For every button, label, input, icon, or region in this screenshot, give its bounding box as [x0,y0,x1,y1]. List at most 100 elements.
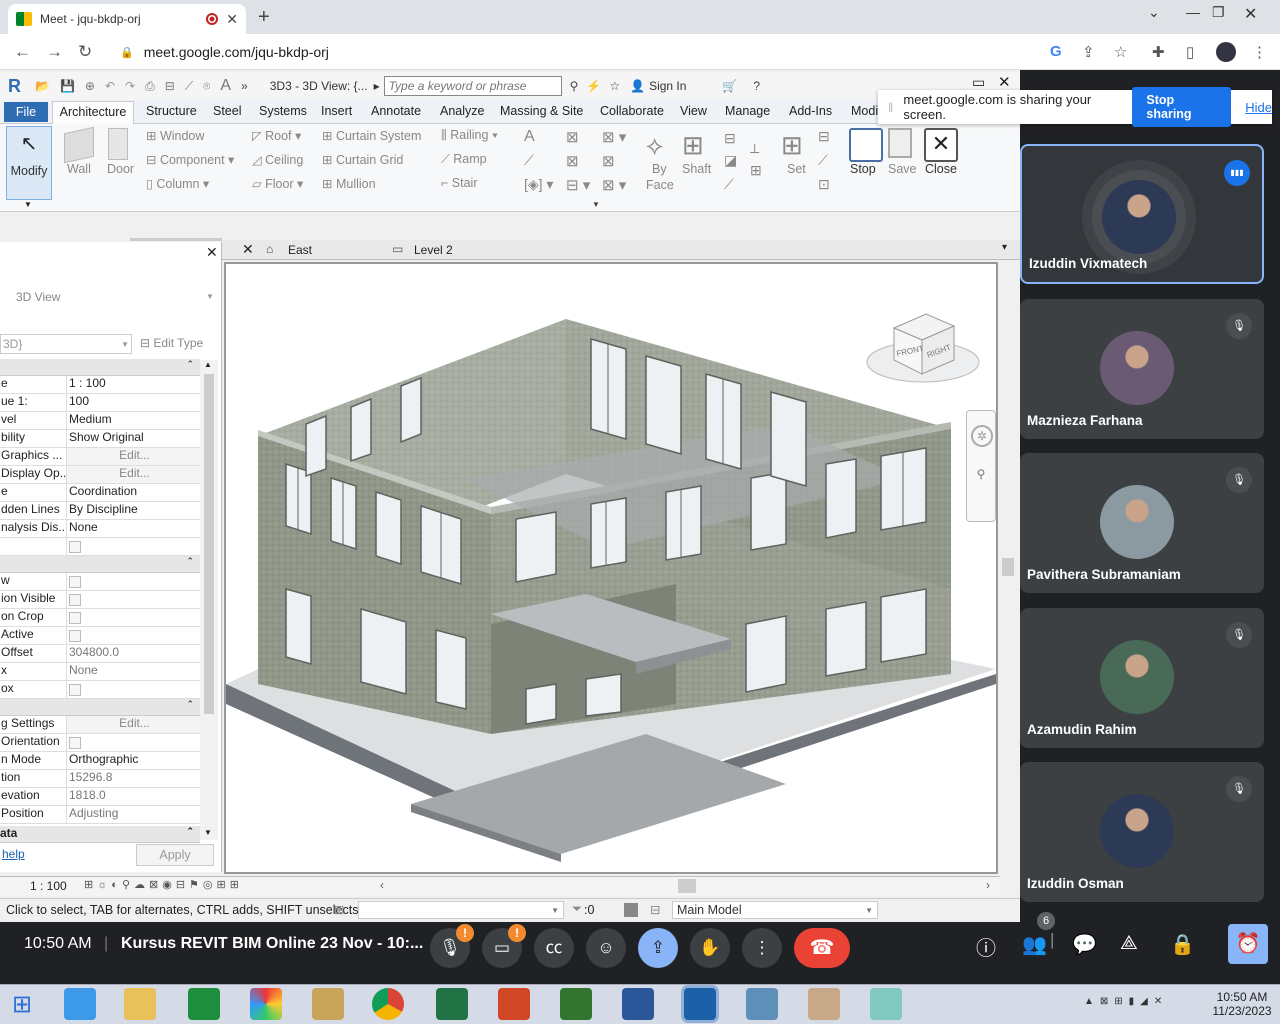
property-row[interactable]: ue 1: 100 [0,394,200,412]
properties-scroll-thumb[interactable] [204,374,214,714]
steering-wheel-icon[interactable]: ✲ [971,425,993,447]
info-icon[interactable]: ⓘ [976,932,996,961]
property-value[interactable]: 1818.0 [67,788,200,805]
property-value[interactable]: None [67,520,200,537]
dimension-icon[interactable]: ⟋ [185,79,193,94]
stop-sharing-button[interactable]: Stop sharing [1132,87,1232,127]
property-row[interactable]: x None [0,663,200,681]
revit-maximize-icon[interactable]: ▭ [972,74,985,91]
property-value[interactable]: Orthographic [67,752,200,769]
room-separator-icon[interactable]: ⊠ [566,152,579,170]
design-option-dropdown[interactable]: Main Model ▼ [672,901,878,919]
model-group-icon[interactable]: [◈] ▾ [524,176,553,193]
view-tabs-menu-icon[interactable]: ▾ [1002,242,1007,253]
level-icon[interactable]: ⟂ [750,140,759,157]
tab-architecture[interactable]: Architecture [52,101,134,125]
by-face-label-2[interactable]: Face [646,178,674,192]
property-row[interactable]: evation 1818.0 [0,788,200,806]
property-value[interactable] [67,538,200,555]
hscroll-left-icon[interactable]: ‹ [380,878,384,892]
property-value[interactable] [67,591,200,608]
share-page-icon[interactable]: ⇪ [1082,43,1095,61]
new-tab-icon[interactable]: + [258,6,270,29]
text-icon[interactable]: A [220,77,231,95]
save-button[interactable]: Save [888,162,917,176]
open-icon[interactable]: 📂 [35,79,50,93]
ref-plane-icon[interactable]: ⟋ [818,152,828,169]
property-value[interactable]: 1 : 100 [67,376,200,393]
tab-analyze[interactable]: Analyze [440,104,484,118]
favorites-star-icon[interactable]: ☆ [609,79,620,93]
curtain-system-button[interactable]: ⊞ Curtain System [322,128,421,143]
property-checkbox[interactable] [69,737,81,749]
column-button[interactable]: ▯ Column ▾ [146,176,209,191]
3d-view-canvas[interactable]: FRONT RIGHT ✲ ⚲ [224,262,998,874]
property-row[interactable]: nalysis Dis... None [0,520,200,538]
tag-room-icon[interactable]: ⊟ ▾ [566,176,590,194]
view-tab-level-2[interactable]: Level 2 [414,243,453,257]
revit-logo-icon[interactable]: R [8,76,21,97]
tab-annotate[interactable]: Annotate [371,104,421,118]
participant-tile[interactable]: Maznieza Farhana 🎙 [1020,298,1264,439]
room-icon[interactable]: ⊠ [566,128,579,146]
chrome-menu-icon[interactable]: ⋮ [1252,43,1267,61]
property-checkbox[interactable] [69,594,81,606]
tab-collaborate[interactable]: Collaborate [600,104,664,118]
shaft-button[interactable]: Shaft [682,162,711,176]
property-value[interactable]: By Discipline [67,502,200,519]
property-value[interactable]: Adjusting [67,806,200,823]
clock[interactable]: 10:50 AM 11/23/2023 [1210,990,1274,1018]
modify-dropdown-icon[interactable]: ▼ [24,200,32,209]
workset-dropdown[interactable]: ▼ [358,901,564,919]
project-icon[interactable] [560,988,592,1020]
minimize-icon[interactable]: — [1186,4,1200,20]
cart-icon[interactable]: 🛒 [722,79,737,93]
redo-icon[interactable]: ↷ [125,79,135,93]
property-value[interactable]: None [67,663,200,680]
property-value[interactable] [67,609,200,626]
hide-button[interactable]: Hide [1245,100,1272,115]
filter-icon[interactable]: ⏷ [572,902,582,917]
profile-avatar[interactable] [1216,42,1236,62]
property-row[interactable]: Position Adjusting [0,806,200,824]
property-value[interactable]: Show Original [67,430,200,447]
floor-button[interactable]: ▱ Floor ▾ [252,176,303,191]
property-checkbox[interactable] [69,541,81,553]
powerpoint-icon[interactable] [498,988,530,1020]
property-value[interactable]: 304800.0 [67,645,200,662]
type-dropdown-icon[interactable]: ▼ [206,292,214,301]
area-icon[interactable]: ⊠ ▾ [602,128,626,146]
participant-tile[interactable]: Izuddin Vixmatech ▮▮▮ [1020,144,1264,284]
tab-close-icon[interactable]: ✕ [226,11,238,28]
scroll-down-icon[interactable]: ▼ [204,828,212,837]
property-row[interactable]: Display Op... Edit... [0,466,200,484]
forward-icon[interactable]: → [46,42,63,62]
property-checkbox[interactable] [69,576,81,588]
window-close-icon[interactable]: ✕ [1244,4,1257,24]
property-checkbox[interactable] [69,684,81,696]
undo-icon[interactable]: ↶ [105,79,115,93]
ramp-button[interactable]: ⟋ Ramp [441,152,487,167]
raise-hand-button[interactable]: ✋ [690,928,730,968]
ie-icon[interactable] [64,988,96,1020]
close-button[interactable]: Close [925,162,957,176]
side-panel-icon[interactable]: ▯ [1186,43,1194,61]
modify-button[interactable]: ↖ Modify [6,126,52,200]
grid-icon[interactable]: ⊞ [750,162,762,179]
property-value[interactable] [67,681,200,698]
host-controls-icon[interactable]: 🔒 [1170,932,1195,957]
property-row[interactable]: g Settings Edit... [0,716,200,734]
print-icon[interactable]: ⎙ [145,79,155,94]
show-workplane-icon[interactable]: ⊟ [818,128,830,145]
group-extents[interactable]: ⌃ [0,556,200,573]
property-value[interactable]: Edit... [67,716,200,733]
dormer-icon[interactable]: ⟋ [724,176,734,193]
ceiling-button[interactable]: ◿ Ceiling [252,152,303,167]
excel-icon[interactable] [436,988,468,1020]
stop-button[interactable]: Stop [850,162,876,176]
property-row[interactable] [0,538,200,556]
property-row[interactable]: dden Lines By Discipline [0,502,200,520]
tab-modify[interactable]: Modi [851,104,878,118]
scroll-app-icon[interactable] [312,988,344,1020]
edit-type-button[interactable]: ⊟ Edit Type [140,336,203,350]
